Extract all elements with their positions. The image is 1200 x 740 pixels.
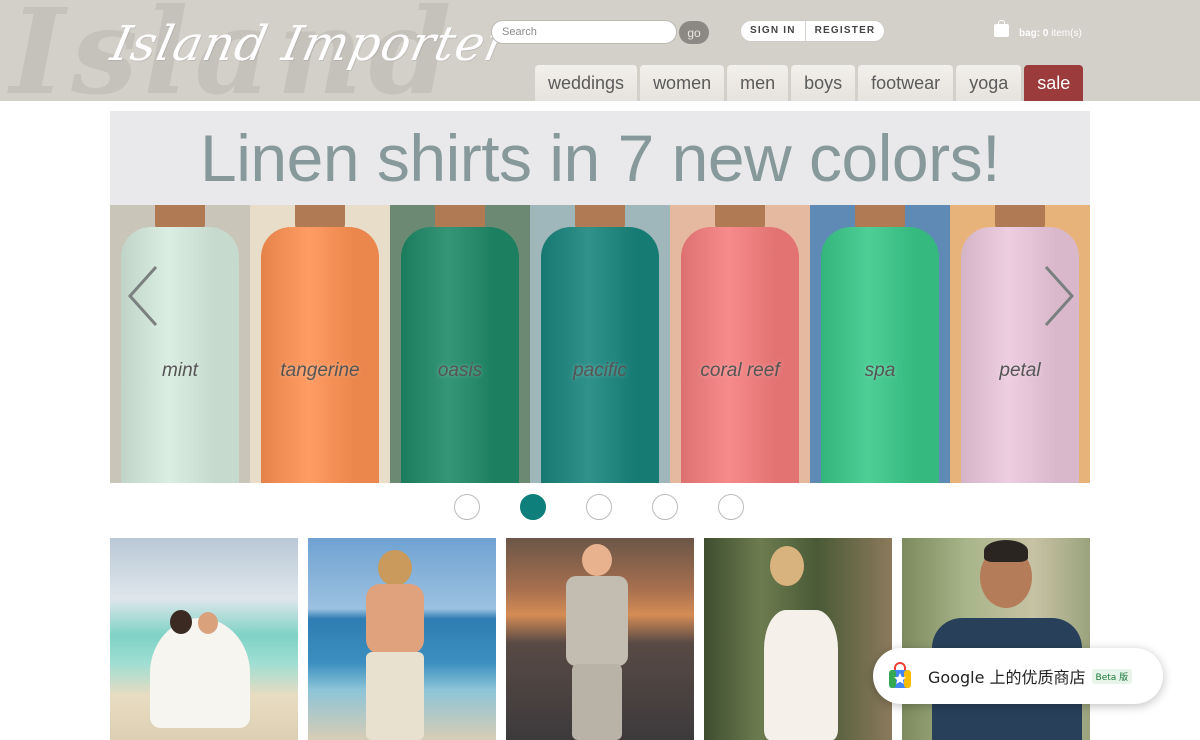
nav-tab-women[interactable]: women [640,65,725,101]
site-header: Island Island Importer go SIGN IN REGIST… [0,0,1200,101]
tile-boys-pants [366,652,424,740]
search-input[interactable] [491,20,677,44]
beta-badge: Beta 版 [1091,668,1133,684]
color-panel[interactable]: coral reef [670,205,810,483]
color-label: mint [162,360,198,381]
main-nav: weddings women men boys footwear yoga sa… [535,65,1084,101]
tile-kids-suits-jacket [566,576,628,666]
color-strip[interactable]: mint tangerine oasis pacific coral reef spa pe… [110,205,1090,483]
tile-kids-suits[interactable] [506,538,694,740]
color-label: tangerine [280,360,360,381]
tile-boys-torso [366,584,424,654]
color-label: petal [999,360,1041,381]
color-panel[interactable]: mint [110,205,250,483]
tile-kids-suits-pants [572,664,622,740]
shopping-bag-star-icon [886,662,914,690]
tile-women-dress [764,610,838,740]
category-tiles [110,538,1090,740]
color-label: oasis [437,360,483,381]
color-panel[interactable]: petal [950,205,1090,483]
register-link[interactable]: REGISTER [806,21,885,41]
hero-title: Linen shirts in 7 new colors! [200,121,1000,195]
linen-shirt [681,227,799,483]
tile-weddings-head [170,610,192,634]
tile-weddings-head-2 [198,612,218,634]
color-panel[interactable]: tangerine [250,205,390,483]
linen-shirt [401,227,519,483]
bag-suffix: item(s) [1048,28,1082,39]
carousel-dot[interactable] [454,494,480,520]
color-panel[interactable]: pacific [530,205,670,483]
tile-boys-head [378,550,412,586]
color-panel[interactable]: spa [810,205,950,483]
color-label: coral reef [700,360,780,381]
nav-tab-men[interactable]: men [727,65,789,101]
tile-men-hair [984,540,1028,562]
tile-weddings[interactable] [110,538,298,740]
tile-weddings-figure [150,618,250,728]
search-go-button[interactable]: go [679,21,709,44]
nav-tab-weddings[interactable]: weddings [535,65,638,101]
carousel-dot[interactable] [652,494,678,520]
nav-tab-boys[interactable]: boys [791,65,856,101]
carousel-dot[interactable] [520,494,546,520]
site-logo[interactable]: Island Importer [106,16,515,72]
hero-banner[interactable]: Linen shirts in 7 new colors! [110,111,1090,205]
tile-men[interactable] [902,538,1090,740]
tile-boys[interactable] [308,538,496,740]
linen-shirt [261,227,379,483]
color-label: spa [864,360,896,381]
carousel-dot[interactable] [586,494,612,520]
nav-tab-yoga[interactable]: yoga [956,65,1022,101]
color-label: pacific [573,360,627,381]
account-links: SIGN IN REGISTER [740,20,886,42]
carousel-prev-arrow-icon[interactable] [124,265,164,327]
nav-tab-footwear[interactable]: footwear [858,65,954,101]
tile-women[interactable] [704,538,892,740]
bag-label: bag: [1019,28,1043,39]
google-store-badge[interactable]: Google 上的优质商店 Beta 版 [873,648,1163,704]
nav-tab-sale[interactable]: sale [1024,65,1084,101]
shopping-bag-icon[interactable] [994,20,1009,37]
carousel-pagination [454,494,744,520]
google-store-text: Google 上的优质商店 [928,668,1086,687]
linen-shirt [821,227,939,483]
tile-women-head [770,546,804,586]
bag-status[interactable]: bag: 0 item(s) [1019,28,1082,39]
carousel-next-arrow-icon[interactable] [1038,265,1078,327]
color-panel[interactable]: oasis [390,205,530,483]
linen-shirt [541,227,659,483]
sign-in-link[interactable]: SIGN IN [741,21,805,41]
carousel-dot[interactable] [718,494,744,520]
tile-kids-suits-head [582,544,612,576]
